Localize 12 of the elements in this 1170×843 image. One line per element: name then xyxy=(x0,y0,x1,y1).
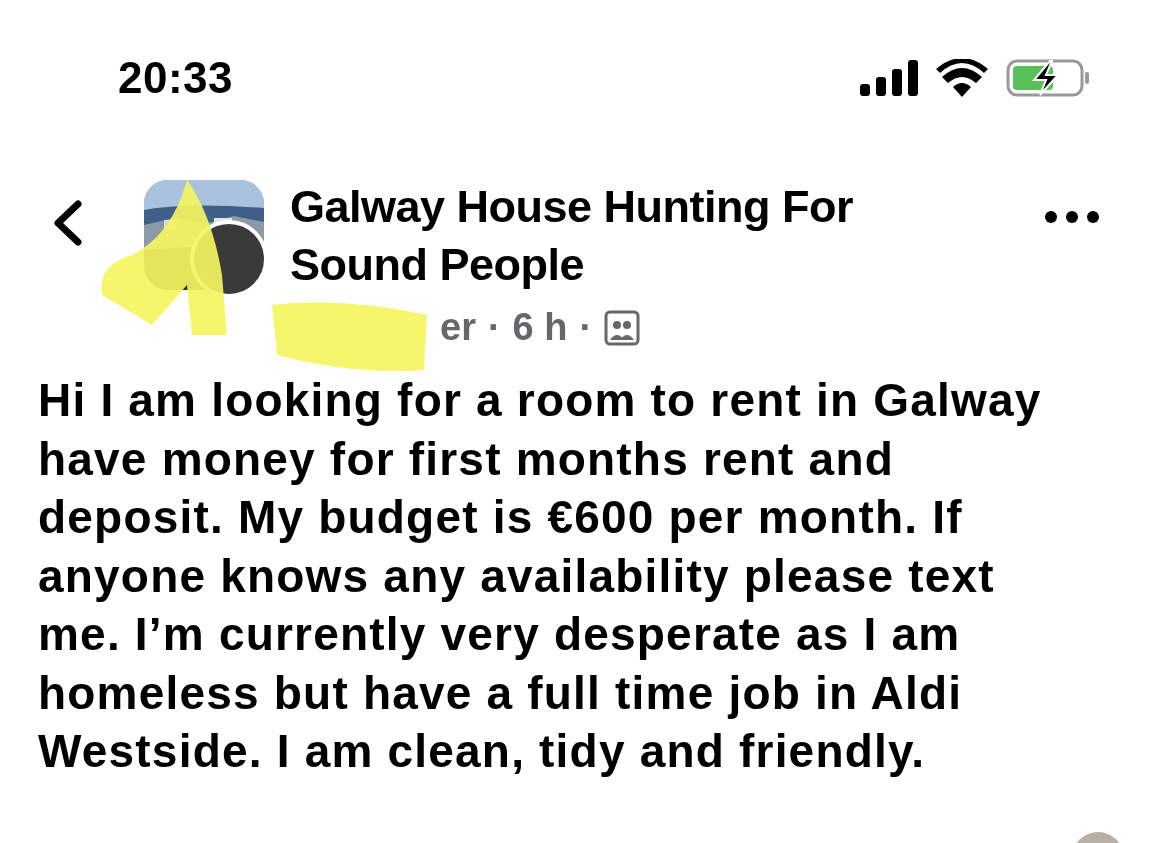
separator-dot: · xyxy=(579,306,593,349)
clock-time: 20:33 xyxy=(118,53,234,103)
battery-charging-icon xyxy=(1006,59,1090,97)
more-options-icon[interactable] xyxy=(1044,210,1100,224)
wifi-icon xyxy=(936,59,988,97)
post-text: Hi I am looking for a room to rent in Galway have money for first months rent and deposit. My budget is €600 per month. If anyone knows any availability please text me. I’m currently very desperate as I am homeless but have a full time job in Aldi Westside. I am clean, tidy and friendly. xyxy=(37,373,1043,779)
separator-dot: · xyxy=(487,306,501,349)
signal-icon xyxy=(860,60,918,96)
author-name[interactable]: er xyxy=(440,306,476,349)
post-time[interactable]: 6 h xyxy=(512,306,568,349)
group-audience-icon xyxy=(604,309,641,346)
group-title[interactable]: Galway House Hunting For Sound People xyxy=(290,178,990,294)
